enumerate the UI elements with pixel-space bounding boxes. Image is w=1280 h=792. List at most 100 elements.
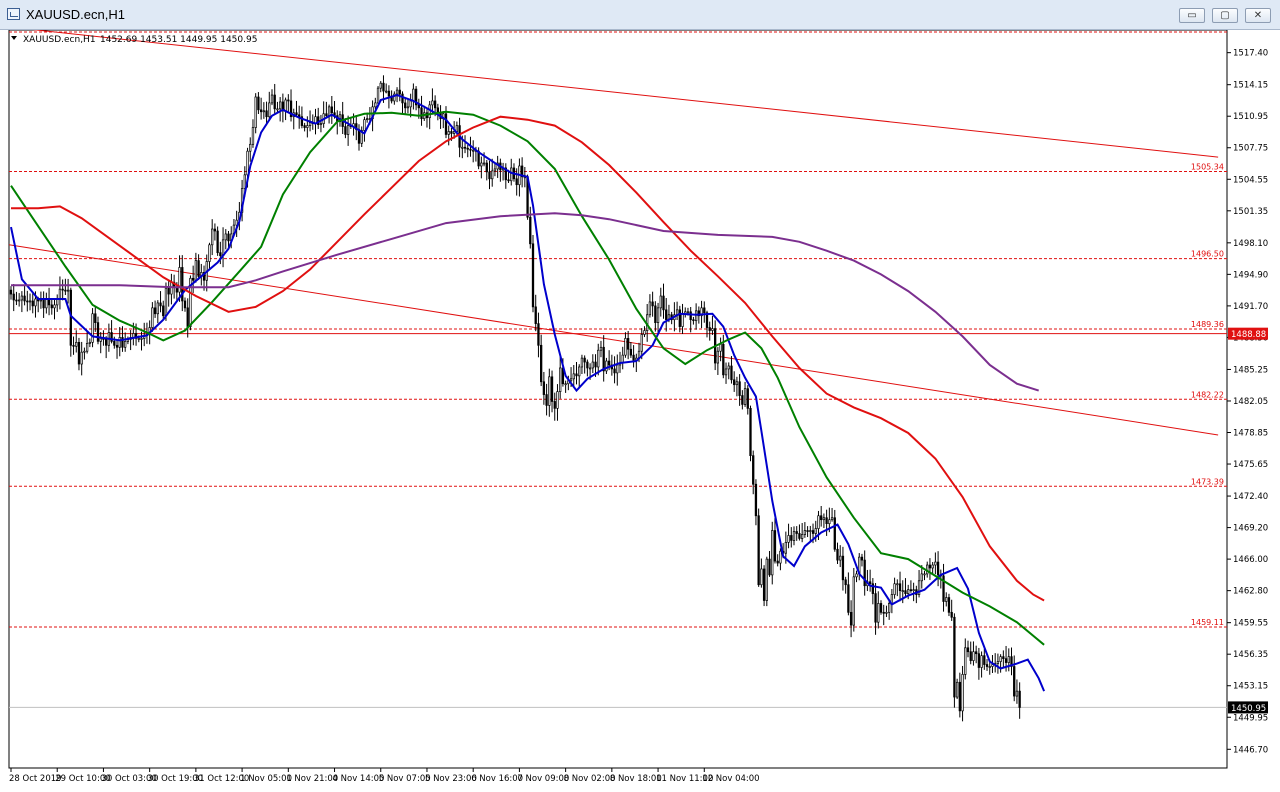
candle-body <box>806 530 809 532</box>
candle-body <box>966 647 970 653</box>
level-label: 1459.11 <box>1191 618 1224 627</box>
candle-body <box>303 125 306 128</box>
candle-body <box>15 299 18 302</box>
candle-body <box>928 564 932 569</box>
candle-body <box>170 281 173 295</box>
candle-body <box>665 309 668 321</box>
candle-body <box>140 338 143 340</box>
candle-body <box>830 517 834 521</box>
candle-body <box>540 344 543 383</box>
close-button[interactable]: ✕ <box>1245 8 1271 23</box>
x-tick-label: 1 Nov 05:00 <box>240 774 292 784</box>
candle-body <box>137 338 140 340</box>
candle-body <box>409 100 412 108</box>
candle-body <box>833 517 836 550</box>
y-tick-label: 1449.95 <box>1233 713 1268 723</box>
candle-body <box>569 378 573 382</box>
candle-body <box>61 288 64 291</box>
candle-body <box>77 341 81 365</box>
candle-body <box>588 367 592 370</box>
candle-body <box>53 304 56 309</box>
candle-body <box>482 162 486 165</box>
candle-body <box>493 168 497 172</box>
candle-body <box>151 307 154 328</box>
candle-body <box>1002 656 1005 659</box>
candle-body <box>762 568 766 601</box>
candle-body <box>811 530 815 534</box>
candle-body <box>208 244 211 262</box>
candle-body <box>88 341 91 344</box>
candle-body <box>1007 656 1010 663</box>
x-tick-label: 8 Nov 02:00 <box>564 774 616 784</box>
window-title: XAUUSD.ecn,H1 <box>26 7 125 22</box>
x-tick-label: 4 Nov 14:00 <box>333 774 385 784</box>
candle-body <box>847 584 850 613</box>
last-price-label: 1450.95 <box>1231 704 1266 714</box>
candle-body <box>183 300 187 309</box>
candle-body <box>898 583 902 591</box>
candle-body <box>58 288 62 300</box>
candle-body <box>874 593 877 623</box>
y-tick-label: 1453.15 <box>1233 682 1268 692</box>
candle-body <box>270 94 274 104</box>
candle-body <box>795 531 798 534</box>
candle-body <box>885 611 888 614</box>
candle-body <box>96 322 100 342</box>
candle-body <box>849 611 853 626</box>
candle-body <box>213 228 217 232</box>
candle-body <box>510 167 513 182</box>
candle-body <box>382 82 385 92</box>
candle-body <box>75 341 78 347</box>
candle-body <box>711 328 714 331</box>
candle-body <box>809 530 812 532</box>
candle-body <box>9 289 13 295</box>
candle-body <box>485 162 488 173</box>
candle-body <box>344 126 347 135</box>
chart-header-symbol: XAUUSD.ecn,H1 <box>23 35 96 45</box>
y-tick-label: 1498.10 <box>1233 239 1268 249</box>
candle-body <box>980 655 983 668</box>
candle-body <box>105 339 108 346</box>
candle-body <box>934 561 937 566</box>
candle-body <box>659 295 662 309</box>
candle-body <box>605 360 608 372</box>
y-tick-label: 1456.35 <box>1233 650 1268 660</box>
minimize-button[interactable]: ▭ <box>1179 8 1205 23</box>
candle-body <box>227 233 230 242</box>
level-label: 1505.34 <box>1191 162 1224 171</box>
candle-body <box>466 147 469 150</box>
candle-body <box>113 341 116 346</box>
candle-body <box>662 295 665 311</box>
level-label: 1496.50 <box>1191 250 1224 259</box>
y-tick-label: 1466.00 <box>1233 555 1268 565</box>
restore-button[interactable]: ▢ <box>1212 8 1238 23</box>
candle-body <box>325 113 328 117</box>
candle-body <box>703 307 706 314</box>
candle-body <box>594 361 597 368</box>
candle-body <box>91 313 94 343</box>
x-tick-label: 6 Nov 16:00 <box>471 774 523 784</box>
y-tick-label: 1446.70 <box>1233 745 1268 755</box>
candle-body <box>444 113 448 135</box>
candle-body <box>757 515 760 586</box>
x-tick-label: 5 Nov 23:00 <box>425 774 477 784</box>
candle-body <box>624 338 627 356</box>
candle-body <box>798 533 801 539</box>
price-chart[interactable]: 1505.34 1496.50 1489.36 1482.22 1473.39 1459.… <box>6 30 1280 792</box>
candle-body <box>550 376 554 402</box>
candle-body <box>977 653 981 668</box>
candle-body <box>841 555 845 581</box>
candle-body <box>124 341 127 348</box>
candle-body <box>64 289 67 292</box>
candle-body <box>792 531 796 541</box>
candle-body <box>50 304 53 309</box>
candle-body <box>722 343 725 376</box>
candle-body <box>265 110 268 118</box>
x-tick-label: 8 Nov 18:00 <box>610 774 662 784</box>
candle-body <box>719 343 722 352</box>
candle-body <box>507 179 510 182</box>
price-line-label: 1488.88 <box>1231 330 1266 340</box>
candle-body <box>115 344 119 348</box>
candle-body <box>828 519 831 524</box>
candle-body <box>366 118 369 121</box>
